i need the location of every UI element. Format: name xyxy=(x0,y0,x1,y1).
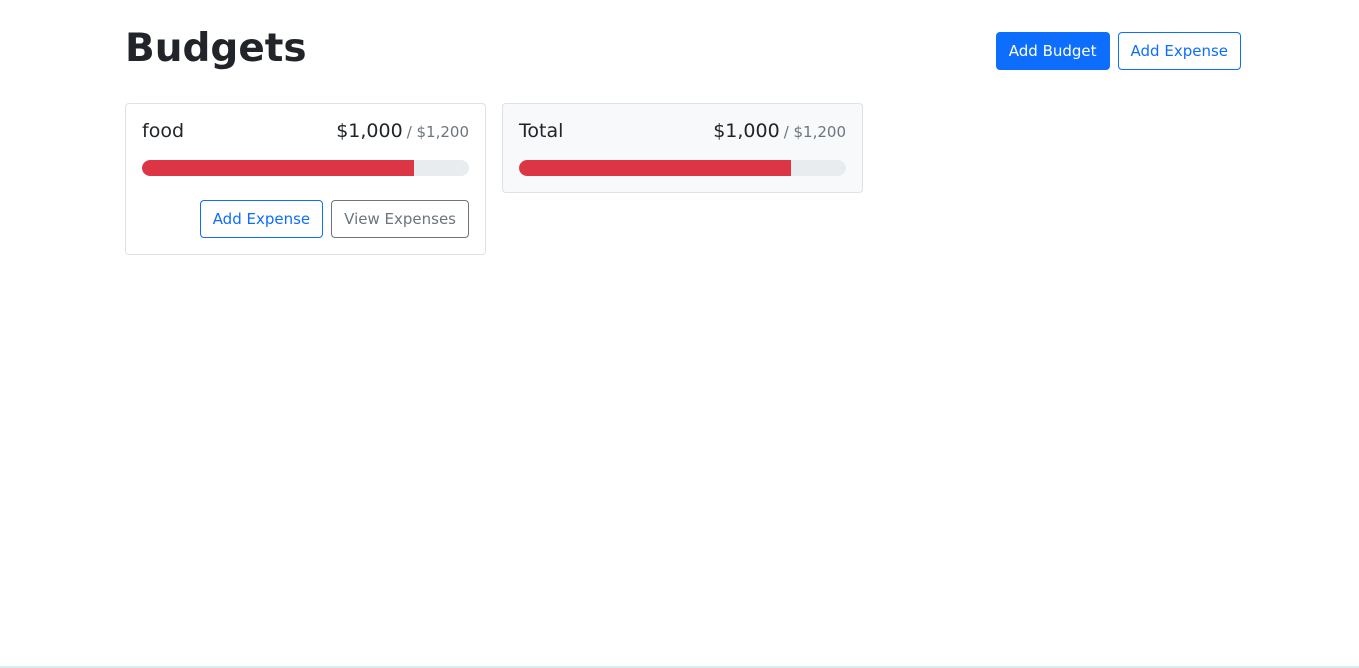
total-max: / $1,200 xyxy=(783,123,846,141)
budget-card-actions: Add Expense View Expenses xyxy=(142,200,469,238)
total-amount: $1,000 xyxy=(713,120,780,142)
budget-name: food xyxy=(142,120,184,142)
budget-amount: $1,000 xyxy=(336,120,403,142)
add-budget-button[interactable]: Add Budget xyxy=(995,32,1110,70)
view-expenses-button[interactable]: View Expenses xyxy=(331,200,469,238)
page-header: Budgets Add Budget Add Expense xyxy=(125,0,1241,100)
budget-add-expense-button[interactable]: Add Expense xyxy=(199,200,324,238)
budget-progress xyxy=(142,160,469,176)
total-amount-group: $1,000/ $1,200 xyxy=(713,120,846,142)
total-progress-bar xyxy=(519,160,792,176)
page-title: Budgets xyxy=(125,26,307,71)
budget-amount-group: $1,000/ $1,200 xyxy=(336,120,469,142)
add-expense-button[interactable]: Add Expense xyxy=(1117,32,1241,70)
budget-card-food: food $1,000/ $1,200 Add Expense View Exp… xyxy=(125,103,486,255)
total-progress xyxy=(519,160,846,176)
total-name: Total xyxy=(519,120,564,142)
total-card-header: Total $1,000/ $1,200 xyxy=(519,120,846,150)
budget-progress-bar xyxy=(142,160,415,176)
budget-cards: food $1,000/ $1,200 Add Expense View Exp… xyxy=(125,103,863,255)
budget-card-header: food $1,000/ $1,200 xyxy=(142,120,469,150)
header-actions: Add Budget Add Expense xyxy=(995,32,1241,70)
total-budget-card: Total $1,000/ $1,200 xyxy=(502,103,863,193)
page-container: Budgets Add Budget Add Expense food $1,0… xyxy=(125,0,1241,255)
budget-max: / $1,200 xyxy=(406,123,469,141)
